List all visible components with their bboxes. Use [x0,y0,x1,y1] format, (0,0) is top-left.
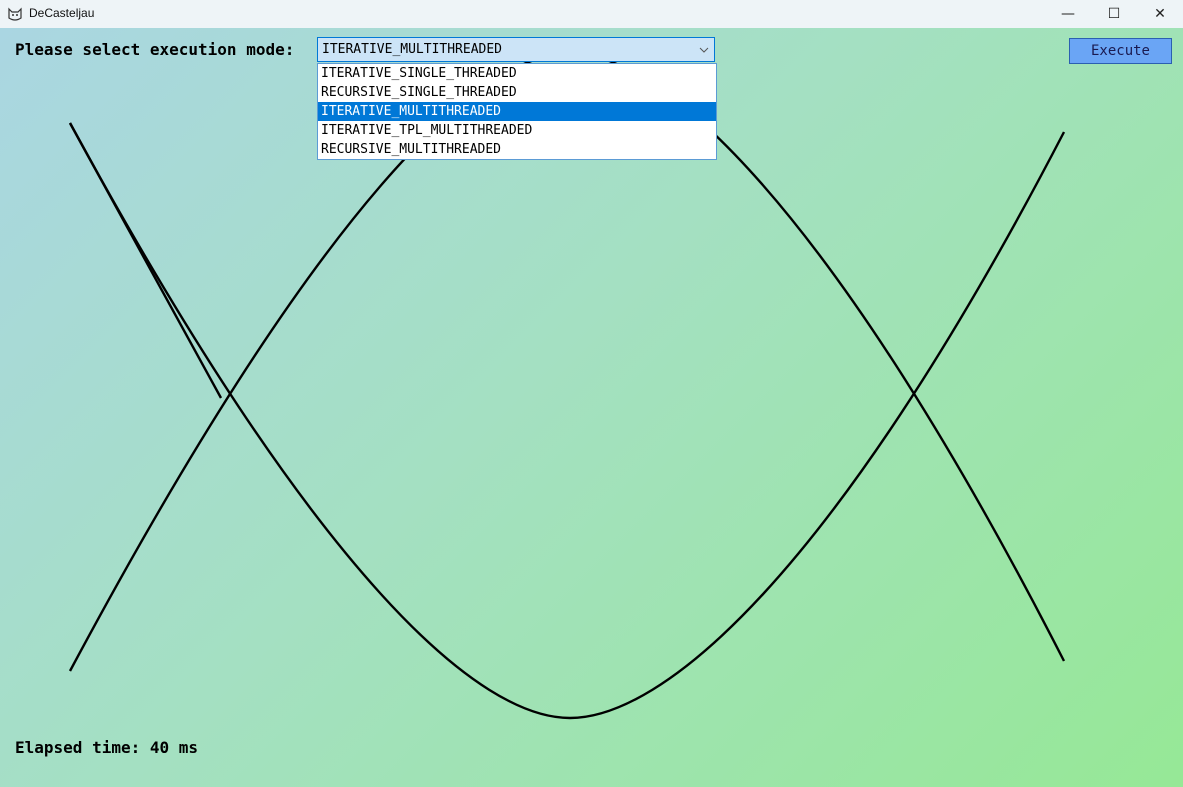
maximize-icon: ☐ [1107,6,1121,22]
client-area: Please select execution mode: ITERATIVE_… [0,28,1183,787]
execute-button[interactable]: Execute [1069,38,1172,64]
dropdown-option-iterative-single-threaded[interactable]: ITERATIVE_SINGLE_THREADED [318,64,716,83]
dropdown-option-recursive-single-threaded[interactable]: RECURSIVE_SINGLE_THREADED [318,83,716,102]
elapsed-time-label: Elapsed time: 40 ms [15,738,199,757]
title-bar: DeCasteljau — ☐ ✕ [0,0,1183,28]
close-icon: ✕ [1154,6,1166,22]
dropdown-option-iterative-multithreaded[interactable]: ITERATIVE_MULTITHREADED [318,102,716,121]
execution-mode-dropdown: ITERATIVE_SINGLE_THREADED RECURSIVE_SING… [317,63,717,160]
dropdown-option-iterative-tpl-multithreaded[interactable]: ITERATIVE_TPL_MULTITHREADED [318,121,716,140]
minimize-icon: — [1061,6,1075,22]
maximize-button[interactable]: ☐ [1091,0,1137,28]
dropdown-option-recursive-multithreaded[interactable]: RECURSIVE_MULTITHREADED [318,140,716,159]
window-title: DeCasteljau [29,6,95,20]
minimize-button[interactable]: — [1045,0,1091,28]
selected-mode-value: ITERATIVE_MULTITHREADED [322,42,503,57]
execute-button-label: Execute [1090,43,1150,59]
execution-mode-label: Please select execution mode: [15,40,295,59]
cat-icon [8,7,22,21]
chevron-down-icon [699,47,709,53]
bezier-curve-bowl [68,122,1066,720]
execution-mode-select[interactable]: ITERATIVE_MULTITHREADED [317,37,715,62]
close-button[interactable]: ✕ [1137,0,1183,28]
